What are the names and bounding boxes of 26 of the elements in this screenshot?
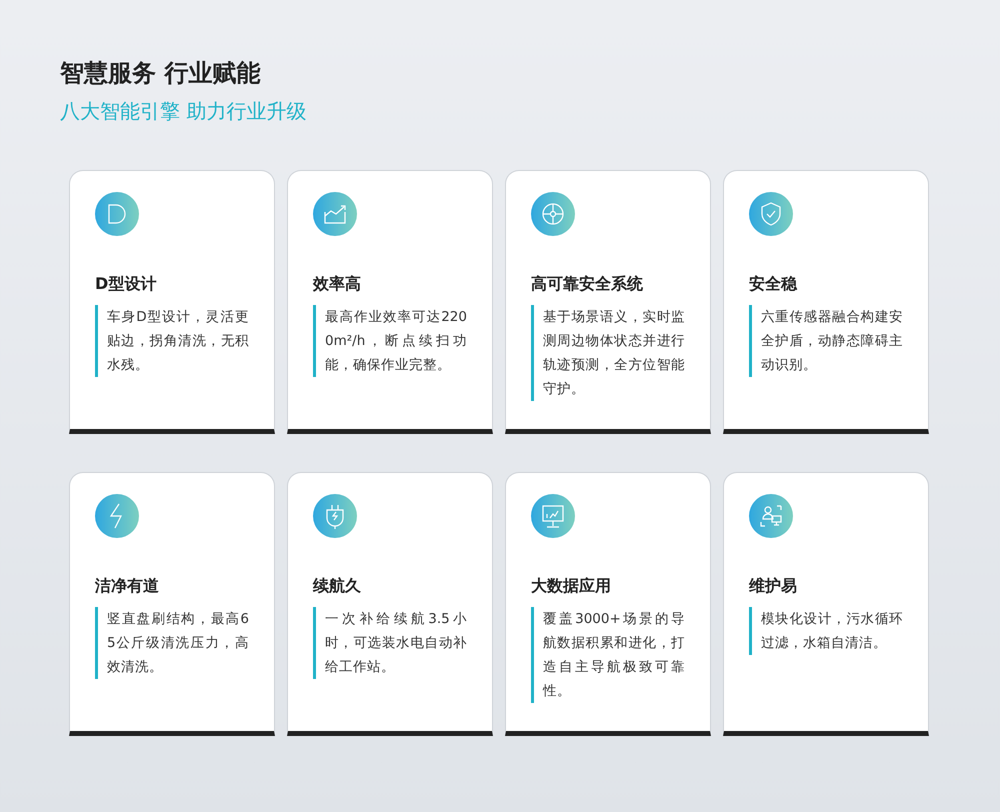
lightning-icon	[95, 494, 139, 538]
card-description: 最高作业效率可达2200m²/h，断点续扫功能，确保作业完整。	[313, 305, 467, 377]
card-title: 大数据应用	[531, 576, 611, 596]
growth-chart-icon	[313, 192, 357, 236]
d-shape-icon	[95, 192, 139, 236]
card-title: 高可靠安全系统	[531, 274, 643, 294]
page-subtitle: 八大智能引擎 助力行业升级	[60, 98, 306, 124]
card-description: 六重传感器融合构建安全护盾，动静态障碍主动识别。	[749, 305, 903, 377]
monitor-chart-icon	[531, 494, 575, 538]
plug-icon	[313, 494, 357, 538]
card-title: 安全稳	[749, 274, 797, 294]
card-title: 效率高	[313, 274, 361, 294]
card-description: 覆盖3000+场景的导航数据积累和进化，打造自主导航极致可靠性。	[531, 607, 685, 703]
crosshair-wheel-icon	[531, 192, 575, 236]
card-description: 一次补给续航3.5小时，可选装水电自动补给工作站。	[313, 607, 467, 679]
card-description: 竖直盘刷结构，最高65公斤级清洗压力，高效清洗。	[95, 607, 249, 679]
person-monitor-icon	[749, 494, 793, 538]
card-title: D型设计	[95, 274, 156, 294]
card-title: 续航久	[313, 576, 361, 596]
page-title: 智慧服务 行业赋能	[60, 58, 260, 88]
card-description: 基于场景语义，实时监测周边物体状态并进行轨迹预测，全方位智能守护。	[531, 305, 685, 401]
card-description: 模块化设计，污水循环过滤，水箱自清洁。	[749, 607, 903, 655]
card-title: 维护易	[749, 576, 797, 596]
card-description: 车身D型设计，灵活更贴边，拐角清洗，无积水残。	[95, 305, 249, 377]
card-title: 洁净有道	[95, 576, 159, 596]
shield-check-icon	[749, 192, 793, 236]
